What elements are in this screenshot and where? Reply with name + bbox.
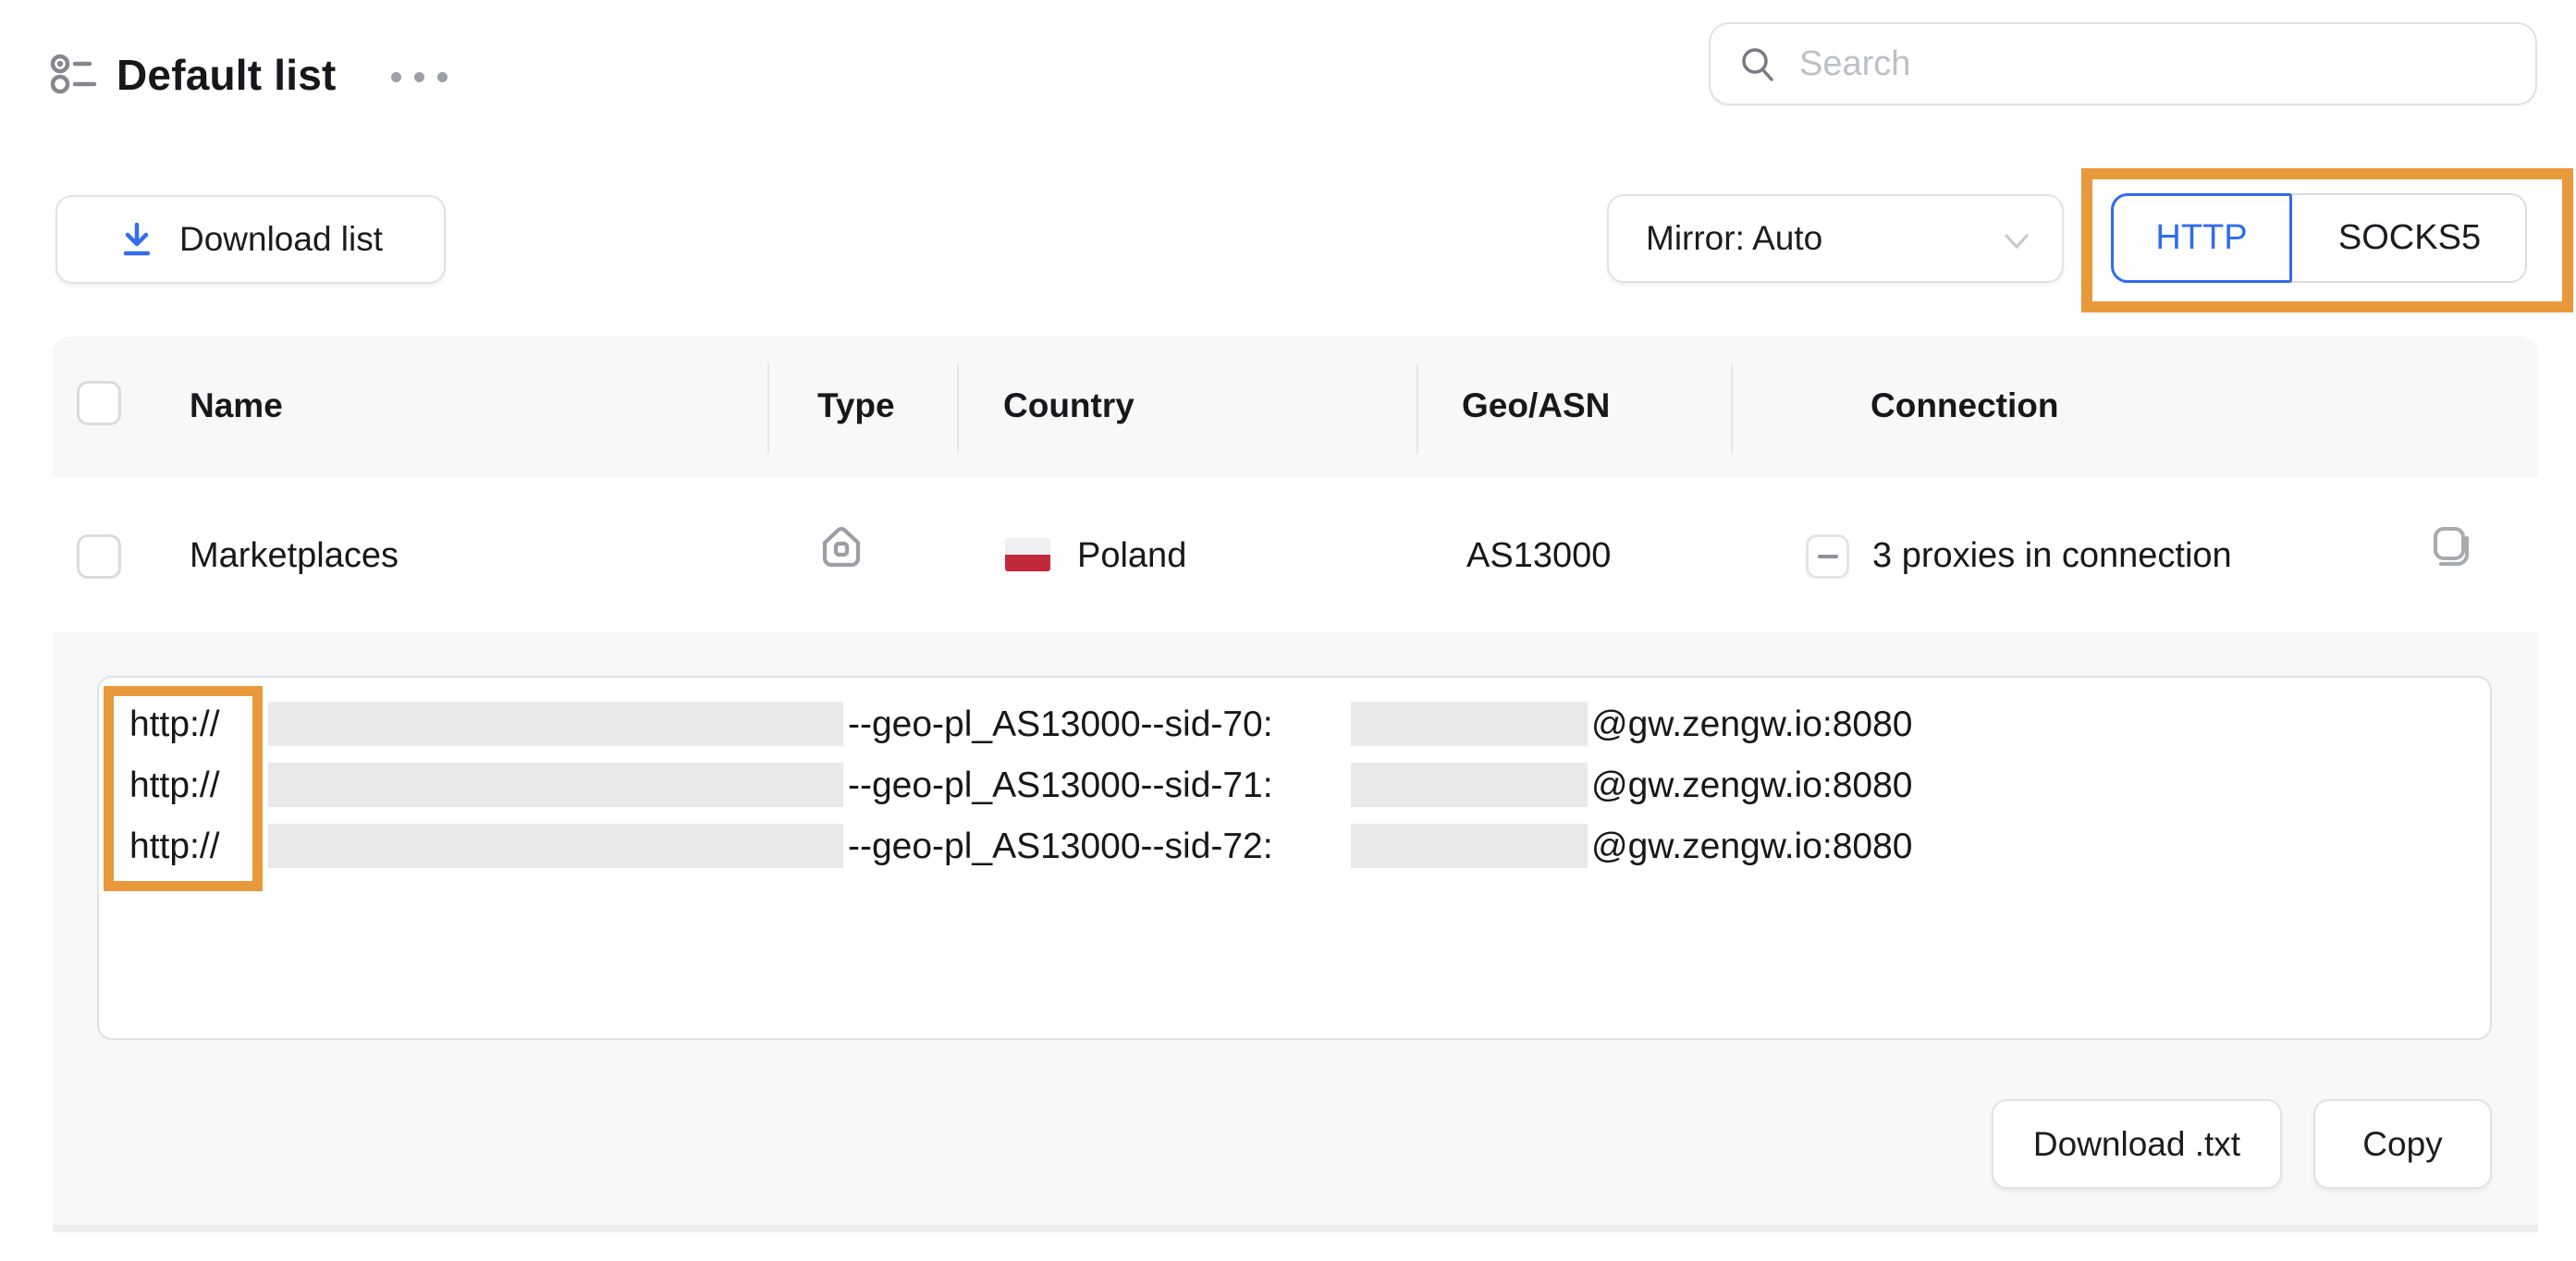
row-country: Poland xyxy=(1077,536,1186,576)
redacted-host xyxy=(268,824,843,868)
page-title: Default list xyxy=(117,50,337,100)
download-icon xyxy=(118,220,155,259)
row-name: Marketplaces xyxy=(190,536,399,576)
redacted-host xyxy=(268,763,843,807)
poland-flag-icon xyxy=(1005,538,1050,571)
redacted-password xyxy=(1351,702,1588,746)
redacted-password xyxy=(1351,763,1588,807)
proxy-list-page: Default list Download list Mirror: Auto xyxy=(0,0,2576,1261)
row-checkbox[interactable] xyxy=(77,534,121,579)
mirror-dropdown-value: Mirror: Auto xyxy=(1646,219,1822,258)
residential-home-icon xyxy=(819,524,864,575)
download-txt-label: Download .txt xyxy=(2033,1125,2240,1164)
protocol-toggle: HTTP SOCKS5 xyxy=(2111,193,2527,283)
proxy-params: --geo-pl_AS13000--sid-72: xyxy=(848,826,1273,867)
chevron-down-icon xyxy=(2003,233,2030,250)
column-divider xyxy=(767,363,769,454)
search-icon xyxy=(1738,44,1777,83)
copy-button[interactable]: Copy xyxy=(2313,1099,2492,1189)
column-divider xyxy=(957,363,959,454)
download-txt-button[interactable]: Download .txt xyxy=(1992,1099,2282,1189)
column-divider xyxy=(1417,363,1418,454)
column-header-connection: Connection xyxy=(1871,386,2058,425)
column-divider xyxy=(1731,363,1733,454)
search-box[interactable] xyxy=(1709,22,2537,105)
proxy-protocol: http:// xyxy=(129,704,220,745)
collapse-connection-button[interactable] xyxy=(1806,534,1849,579)
search-input[interactable] xyxy=(1797,43,2508,85)
proxy-params: --geo-pl_AS13000--sid-71: xyxy=(848,765,1273,806)
download-list-label: Download list xyxy=(179,220,383,259)
redacted-password xyxy=(1351,824,1588,868)
mirror-dropdown[interactable]: Mirror: Auto xyxy=(1607,194,2064,283)
table-header xyxy=(53,337,2538,477)
row-geo-asn: AS13000 xyxy=(1466,536,1611,576)
ellipsis-icon xyxy=(391,72,401,82)
copy-label: Copy xyxy=(2362,1125,2442,1164)
section-divider xyxy=(53,1225,2538,1232)
list-icon xyxy=(50,54,98,99)
more-menu-button[interactable] xyxy=(391,72,448,82)
column-header-country: Country xyxy=(1003,386,1135,425)
minus-icon xyxy=(1818,555,1838,558)
copy-row-icon[interactable] xyxy=(2426,521,2476,576)
proxy-protocol: http:// xyxy=(129,826,220,867)
download-list-button[interactable]: Download list xyxy=(55,195,446,284)
proxy-gateway: @gw.zengw.io:8080 xyxy=(1591,826,1913,867)
column-header-name: Name xyxy=(190,386,283,425)
column-header-geo-asn: Geo/ASN xyxy=(1462,386,1610,425)
select-all-checkbox[interactable] xyxy=(77,381,121,425)
column-header-type: Type xyxy=(817,386,895,425)
proxy-protocol: http:// xyxy=(129,765,220,806)
row-connection: 3 proxies in connection xyxy=(1872,536,2232,576)
proxy-gateway: @gw.zengw.io:8080 xyxy=(1591,765,1913,806)
proxy-params: --geo-pl_AS13000--sid-70: xyxy=(848,704,1273,745)
protocol-tab-socks5[interactable]: SOCKS5 xyxy=(2292,193,2527,283)
protocol-tab-http[interactable]: HTTP xyxy=(2111,193,2292,283)
proxy-gateway: @gw.zengw.io:8080 xyxy=(1591,704,1913,745)
redacted-host xyxy=(268,702,843,746)
